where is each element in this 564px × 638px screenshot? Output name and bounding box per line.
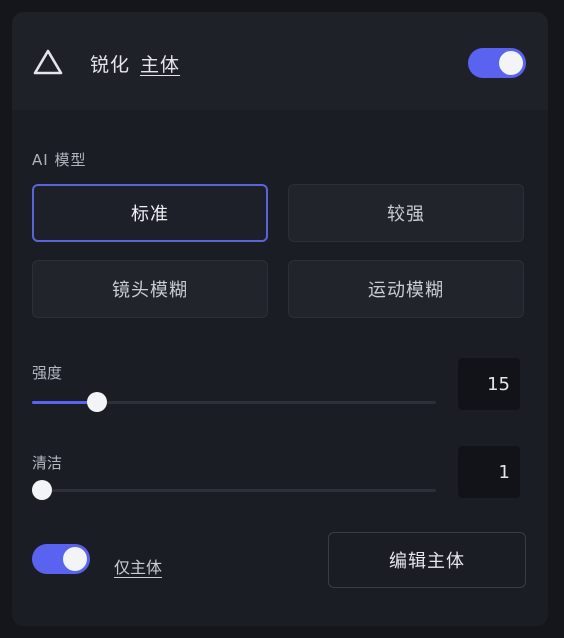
panel-title: 锐化 主体: [90, 50, 180, 77]
edit-subject-button[interactable]: 编辑主体: [328, 532, 526, 588]
title-prefix: 锐化: [90, 54, 131, 76]
strength-label: 强度: [32, 364, 63, 382]
ai-model-label: AI 模型: [32, 151, 87, 169]
clean-label: 清洁: [32, 454, 63, 472]
toggle-knob: [63, 547, 87, 571]
model-standard-button[interactable]: 标准: [32, 184, 268, 242]
strength-slider[interactable]: [32, 392, 436, 412]
triangle-icon: [33, 49, 63, 75]
sharpen-panel: 锐化 主体 AI 模型 标准 较强 镜头模糊 运动模糊 强度 15 清洁 1 仅主…: [12, 12, 548, 626]
clean-value[interactable]: 1: [458, 446, 520, 498]
model-motion-blur-button[interactable]: 运动模糊: [288, 260, 524, 318]
subject-only-label[interactable]: 仅主体: [114, 554, 162, 578]
model-lens-blur-button[interactable]: 镜头模糊: [32, 260, 268, 318]
clean-slider-thumb[interactable]: [32, 480, 52, 500]
subject-only-toggle[interactable]: [32, 544, 90, 574]
sharpen-enable-toggle[interactable]: [468, 48, 526, 78]
toggle-knob: [499, 51, 523, 75]
panel-header: 锐化 主体: [12, 12, 548, 110]
strength-value[interactable]: 15: [458, 358, 520, 410]
subject-link[interactable]: 主体: [140, 54, 180, 76]
clean-slider[interactable]: [32, 480, 436, 500]
strength-slider-thumb[interactable]: [86, 392, 107, 412]
model-strong-button[interactable]: 较强: [288, 184, 524, 242]
